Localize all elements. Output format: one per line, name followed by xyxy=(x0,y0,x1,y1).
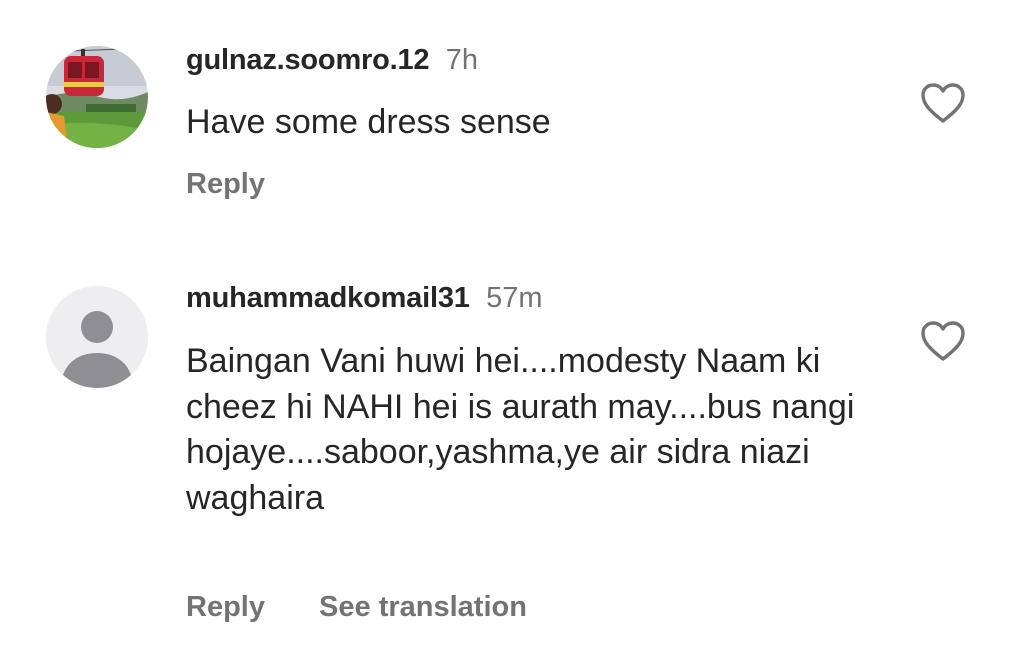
comment-text: Baingan Vani huwi hei....modesty Naam ki… xyxy=(186,342,855,517)
comment-actions: Reply xyxy=(186,164,265,204)
username[interactable]: gulnaz.soomro.12 xyxy=(186,44,430,76)
timestamp: 57m xyxy=(486,282,543,314)
comment-item: gulnaz.soomro.12 7h Have some dress sens… xyxy=(0,0,1024,240)
comment-actions: Reply See translation xyxy=(186,587,527,627)
heart-outline-icon xyxy=(921,83,965,123)
avatar[interactable] xyxy=(46,286,148,388)
comment-text: Have some dress sense xyxy=(186,103,551,141)
like-button[interactable] xyxy=(920,320,966,362)
profile-photo xyxy=(46,46,148,148)
reply-button[interactable]: Reply xyxy=(186,587,265,627)
comment-item: muhammadkomail31 57m Baingan Vani huwi h… xyxy=(0,260,1024,650)
default-avatar-icon xyxy=(46,286,148,388)
username[interactable]: muhammadkomail31 xyxy=(186,282,470,314)
see-translation-button[interactable]: See translation xyxy=(319,587,527,627)
comment-header: muhammadkomail31 57m xyxy=(186,278,543,318)
like-button[interactable] xyxy=(920,82,966,124)
heart-outline-icon xyxy=(921,321,965,361)
avatar[interactable] xyxy=(46,46,148,148)
timestamp: 7h xyxy=(445,44,479,76)
reply-button[interactable]: Reply xyxy=(186,164,265,204)
comment-header: gulnaz.soomro.12 7h xyxy=(186,40,478,80)
